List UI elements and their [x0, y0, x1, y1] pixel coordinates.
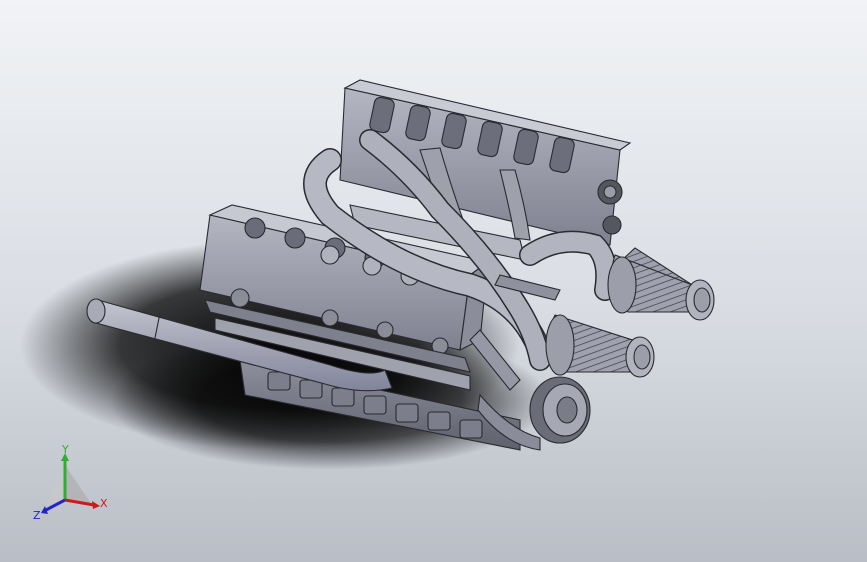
z-axis-label: Z	[33, 509, 41, 522]
graphics-viewport[interactable]: Y X Z	[0, 0, 867, 562]
x-axis-label: X	[100, 497, 108, 510]
y-axis-label: Y	[61, 445, 69, 456]
coordinate-triad: Y X Z	[33, 445, 108, 522]
engine-3d-model[interactable]	[0, 0, 867, 562]
air-filter-upper	[607, 247, 715, 321]
crank-pulley	[529, 376, 591, 444]
air-filter-lower	[545, 314, 655, 378]
